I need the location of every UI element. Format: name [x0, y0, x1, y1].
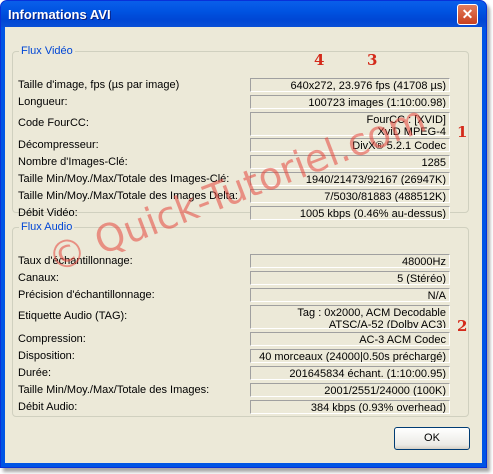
audio-row-value: 384 kbps (0.93% overhead)	[250, 400, 450, 414]
value-line: 5 (Stéréo)	[397, 273, 446, 285]
video-row-label: Débit Vidéo:	[18, 207, 78, 219]
annotation-number-3: 3	[367, 51, 378, 69]
audio-row-value: 2001/2551/24000 (100K)	[250, 383, 450, 397]
value-line: Tag : 0x2000, ACM Decodable	[297, 307, 446, 319]
value-line: 1005 kbps (0.46% au-dessus)	[299, 208, 446, 220]
audio-row-label: Précision d'échantillonnage:	[18, 289, 155, 301]
audio-row-value: Tag : 0x2000, ACM Decodable ATSC/A-52 (Do…	[250, 305, 450, 329]
window-title: Informations AVI	[8, 7, 111, 22]
audio-row-value: 5 (Stéréo)	[250, 271, 450, 285]
video-row-label: Taille d'image, fps (µs par image)	[18, 79, 180, 91]
ok-button[interactable]: OK	[394, 427, 470, 450]
audio-row-label: Disposition:	[18, 350, 75, 362]
audio-row-label: Durée:	[18, 367, 52, 379]
audio-row-value: 40 morceaux (24000|0.50s préchargé)	[250, 349, 450, 363]
audio-row-value: N/A	[250, 288, 450, 302]
annotation-number-4: 4	[314, 51, 325, 69]
video-group-legend: Flux Vidéo	[21, 45, 73, 57]
audio-row-label: Taille Min/Moy./Max/Totale des Images:	[18, 384, 210, 396]
video-row-label: Décompresseur:	[18, 139, 99, 151]
audio-row-label: Canaux:	[18, 272, 59, 284]
annotation-number-2: 2	[457, 317, 468, 335]
video-row-value: 640x272, 23.976 fps (41708 µs)	[250, 78, 450, 92]
video-row-label: Code FourCC:	[18, 117, 89, 129]
value-line: 40 morceaux (24000|0.50s préchargé)	[259, 351, 446, 363]
value-line: 640x272, 23.976 fps (41708 µs)	[290, 80, 446, 92]
video-row-value: 1005 kbps (0.46% au-dessus)	[250, 206, 450, 220]
value-line: AC-3 ACM Codec	[359, 334, 446, 346]
audio-row-value: 48000Hz	[250, 254, 450, 268]
video-row-label: Longueur:	[18, 96, 68, 108]
title-bar[interactable]: Informations AVI ✕	[1, 1, 486, 27]
audio-row-value: 201645834 échant. (1:10:00.95)	[250, 366, 450, 380]
value-line: 384 kbps (0.93% overhead)	[310, 402, 446, 414]
value-line: 2001/2551/24000 (100K)	[324, 385, 446, 397]
value-line: 201645834 échant. (1:10:00.95)	[289, 368, 446, 380]
value-line: 48000Hz	[401, 256, 446, 268]
value-line: ATSC/A-52 (Dolby AC3)	[328, 319, 446, 329]
audio-row-value: AC-3 ACM Codec	[250, 332, 450, 346]
value-line: N/A	[427, 290, 446, 302]
close-button[interactable]: ✕	[457, 4, 478, 25]
audio-row-label: Etiquette Audio (TAG):	[18, 310, 128, 322]
audio-row-label: Compression:	[18, 333, 86, 345]
audio-row-label: Débit Audio:	[18, 401, 78, 413]
video-row-label: Nombre d'Images-Clé:	[18, 156, 128, 168]
